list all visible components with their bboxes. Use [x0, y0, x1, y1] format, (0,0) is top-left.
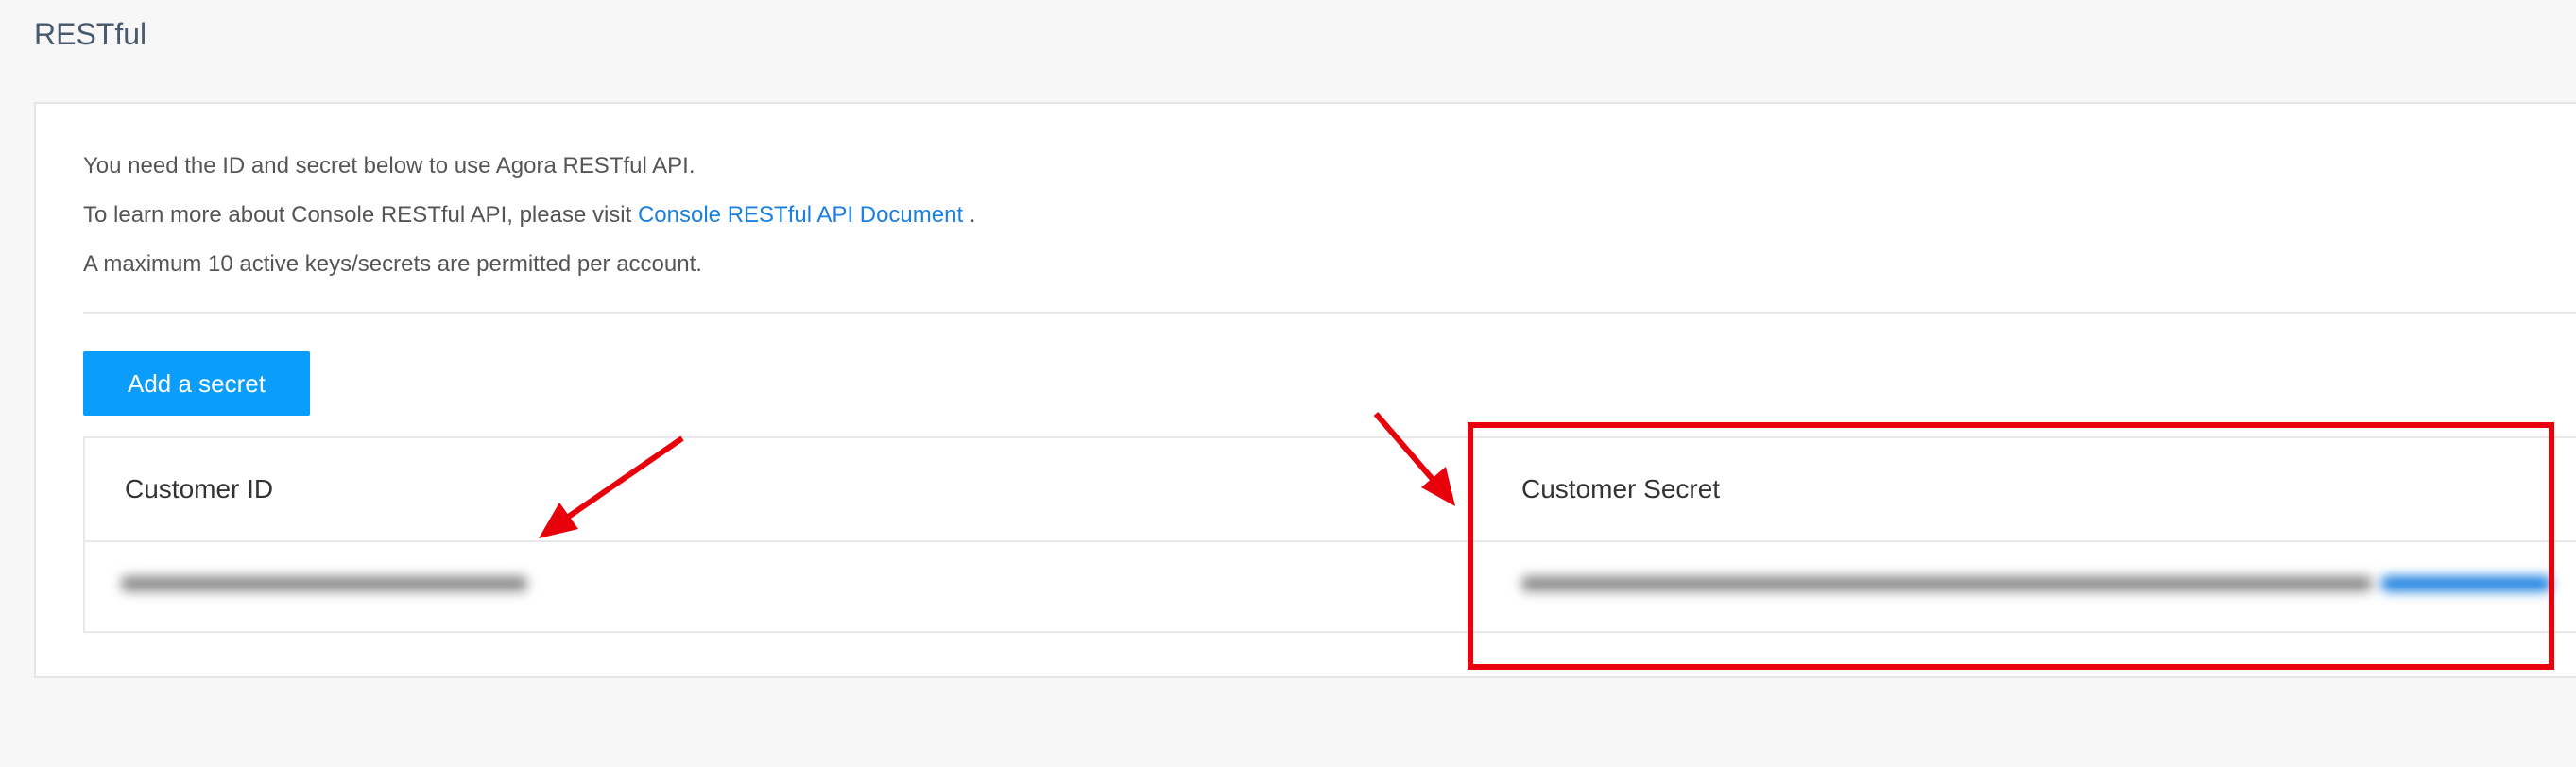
arrow-icon [1373, 412, 1455, 506]
